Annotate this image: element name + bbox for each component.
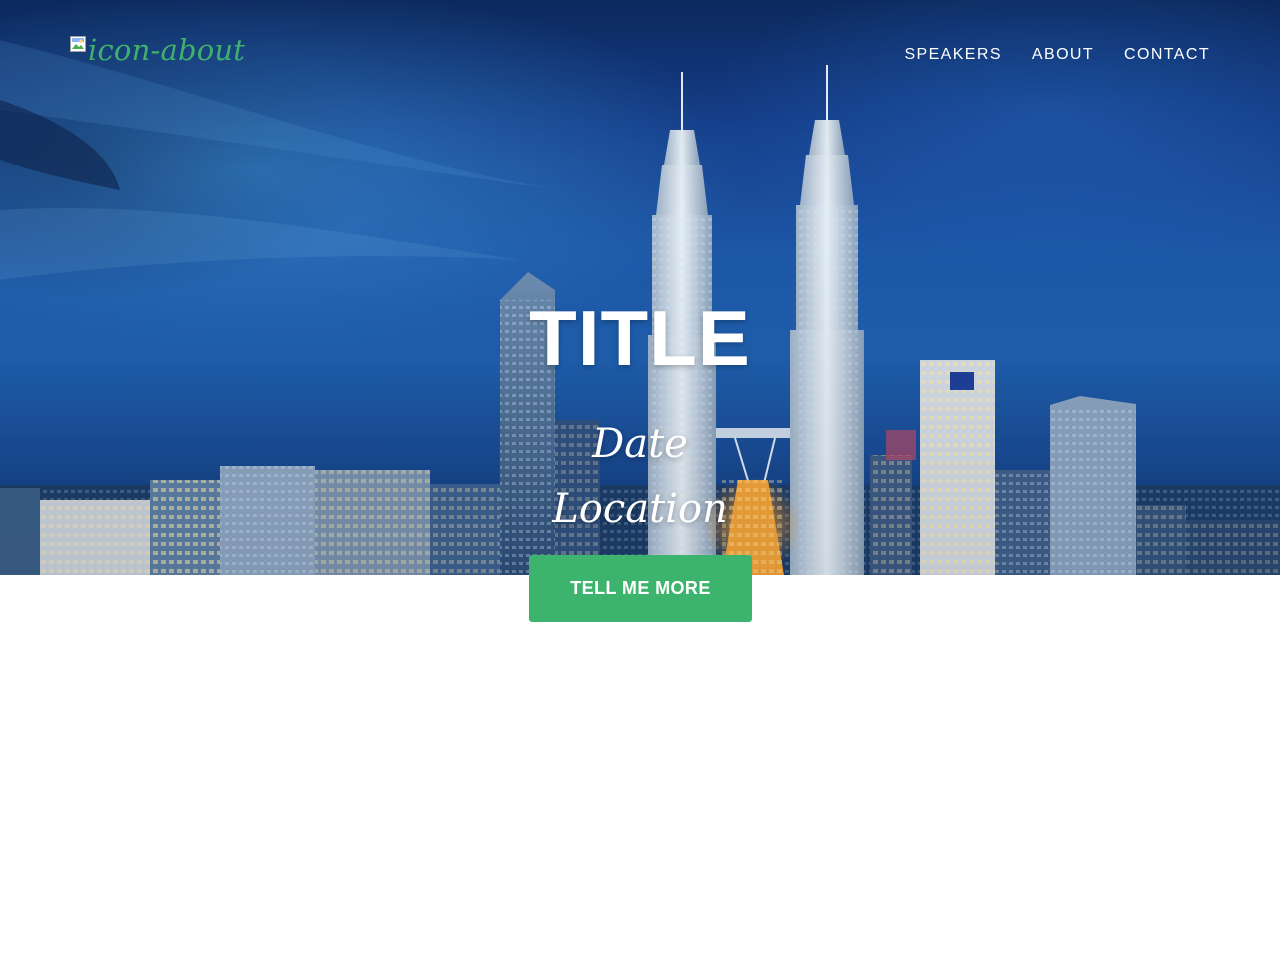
nav-link-speakers[interactable]: SPEAKERS bbox=[904, 44, 1001, 66]
nav-link-about[interactable]: ABOUT bbox=[1032, 44, 1094, 66]
top-navbar: icon-about SPEAKERS ABOUT CONTACT bbox=[0, 0, 1280, 110]
brand-alt-text: icon-about bbox=[88, 33, 246, 67]
brand-logo-link[interactable]: icon-about bbox=[70, 32, 245, 68]
tell-me-more-button[interactable]: TELL ME MORE bbox=[529, 555, 752, 622]
landing-page: icon-about SPEAKERS ABOUT CONTACT TITLE … bbox=[0, 0, 1280, 960]
hero-date: Date bbox=[592, 421, 688, 467]
nav-link-contact[interactable]: CONTACT bbox=[1124, 44, 1210, 66]
hero-title: TITLE bbox=[529, 294, 751, 382]
hero-location: Location bbox=[552, 486, 728, 532]
main-menu: SPEAKERS ABOUT CONTACT bbox=[874, 44, 1210, 66]
broken-image-icon bbox=[70, 36, 86, 52]
